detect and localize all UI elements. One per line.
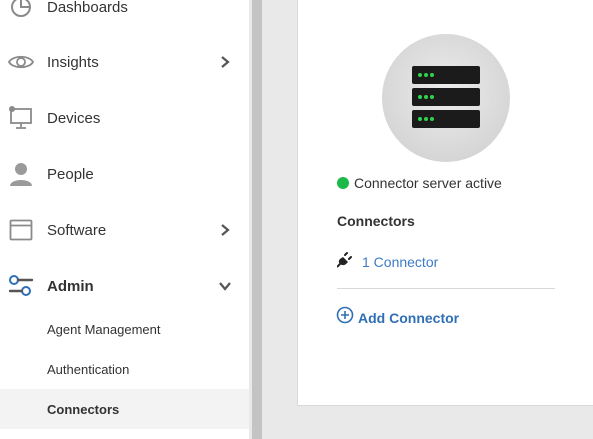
monitor-icon bbox=[8, 105, 34, 131]
dashboard-icon bbox=[8, 0, 34, 20]
sidebar-subitem-label: Authentication bbox=[47, 361, 130, 377]
sidebar-subitem-label: Agent Management bbox=[47, 321, 161, 337]
sidebar-item-label: Software bbox=[47, 221, 107, 239]
connector-count-link[interactable]: 1 Connector bbox=[336, 250, 438, 273]
sidebar-item-label: People bbox=[47, 165, 94, 183]
eye-icon bbox=[8, 49, 34, 75]
sidebar-item-label: Insights bbox=[47, 53, 99, 71]
sidebar-subitem-agent-management[interactable]: Agent Management bbox=[0, 309, 249, 349]
sidebar-subitem-connectors[interactable]: Connectors bbox=[0, 389, 249, 429]
window-icon bbox=[8, 217, 34, 243]
sidebar-item-insights[interactable]: Insights bbox=[0, 42, 249, 82]
connector-count-label[interactable]: 1 Connector bbox=[362, 254, 438, 270]
plug-icon bbox=[336, 250, 355, 273]
sliders-icon bbox=[8, 273, 34, 299]
status-text: Connector server active bbox=[354, 175, 502, 191]
sidebar-item-dashboards[interactable]: Dashboards bbox=[0, 0, 249, 27]
sidebar-item-label: Devices bbox=[47, 109, 101, 127]
person-icon bbox=[8, 161, 34, 187]
status-dot-icon bbox=[337, 177, 349, 189]
sidebar-resize-handle[interactable] bbox=[252, 0, 262, 439]
chevron-down-icon[interactable] bbox=[218, 279, 232, 293]
server-icon bbox=[382, 34, 510, 162]
add-connector-label[interactable]: Add Connector bbox=[358, 310, 459, 326]
sidebar-subitem-authentication[interactable]: Authentication bbox=[0, 349, 249, 389]
connector-status: Connector server active bbox=[337, 174, 502, 192]
sidebar-item-software[interactable]: Software bbox=[0, 210, 249, 250]
plus-circle-icon bbox=[336, 306, 354, 329]
sidebar-subitem-label: Connectors bbox=[47, 401, 120, 417]
add-connector-button[interactable]: Add Connector bbox=[336, 306, 459, 329]
sidebar-item-devices[interactable]: Devices bbox=[0, 98, 249, 138]
sidebar-item-admin[interactable]: Admin bbox=[0, 266, 249, 306]
section-divider bbox=[337, 288, 555, 289]
sidebar-item-label: Admin bbox=[47, 277, 94, 295]
sidebar-item-people[interactable]: People bbox=[0, 154, 249, 194]
chevron-right-icon[interactable] bbox=[218, 55, 232, 69]
sidebar: Dashboards Insights Devices People Softw… bbox=[0, 0, 249, 439]
connectors-heading: Connectors bbox=[337, 213, 415, 229]
chevron-right-icon[interactable] bbox=[218, 223, 232, 237]
sidebar-item-label: Dashboards bbox=[47, 0, 128, 16]
